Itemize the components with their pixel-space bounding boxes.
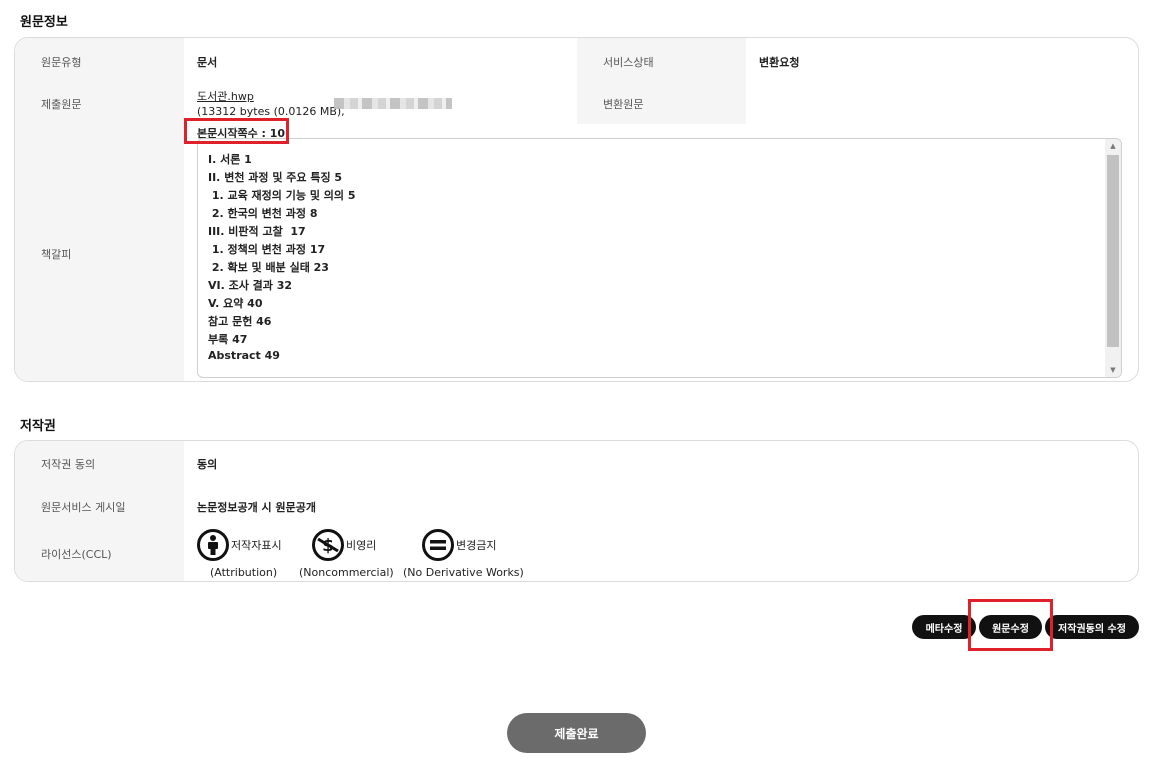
type-value: 문서 <box>197 56 218 69</box>
copyright-title: 저작권 <box>20 419 56 434</box>
license-label-text: 저작자표시 <box>231 539 282 552</box>
toc-line: 부록 47 <box>208 333 248 346</box>
highlight-start-page <box>184 118 289 144</box>
post-date-label: 원문서비스 게시일 <box>41 501 126 514</box>
original-info-title: 원문정보 <box>20 15 68 30</box>
original-info-card: 원문유형 문서 서비스상태 변환요청 제출원문 도서관.hwp (13312 b… <box>14 37 1139 382</box>
toc-line: 2. 한국의 변천 과정 8 <box>208 207 318 220</box>
license-label-text: 비영리 <box>346 539 377 552</box>
converted-label: 변환원문 <box>603 98 644 111</box>
license-attribution: 저작자표시 <box>197 529 282 561</box>
toc-line: III. 비판적 고찰 17 <box>208 225 306 238</box>
consent-label: 저작권 동의 <box>41 458 96 471</box>
license-sub-text: (No Derivative Works) <box>403 566 524 579</box>
edit-copyright-button[interactable]: 저작권동의 수정 <box>1045 615 1139 639</box>
toc-line: 참고 문헌 46 <box>208 315 272 328</box>
redacted-info <box>334 98 452 109</box>
license-label: 라이선스(CCL) <box>41 548 112 561</box>
license-label-text: 변경금지 <box>456 539 497 552</box>
scrollbar-thumb[interactable] <box>1107 155 1119 347</box>
toc-line: Abstract 49 <box>208 349 280 362</box>
license-noncommercial: $ 비영리 <box>312 529 376 561</box>
scroll-up-icon[interactable]: ▲ <box>1105 139 1121 153</box>
toc-line: VI. 조사 결과 32 <box>208 279 293 292</box>
toc-line: V. 요약 40 <box>208 297 263 310</box>
no-derivatives-icon <box>422 529 454 561</box>
label-column <box>15 38 184 381</box>
highlight-edit-original <box>968 599 1053 651</box>
submitted-label: 제출원문 <box>41 98 82 111</box>
noncommercial-icon: $ <box>312 529 344 561</box>
copyright-card: 저작권 동의 동의 원문서비스 게시일 논문정보공개 시 원문공개 라이선스(C… <box>14 440 1139 582</box>
consent-value: 동의 <box>197 458 218 471</box>
attribution-icon <box>197 529 229 561</box>
file-size: (13312 bytes (0.0126 MB), <box>197 105 345 118</box>
post-date-value: 논문정보공개 시 원문공개 <box>197 501 316 514</box>
toc-line: 2. 확보 및 배분 실태 23 <box>208 261 329 274</box>
license-sub-text: (Noncommercial) <box>299 566 394 579</box>
bookmark-textarea[interactable]: I. 서론 1 II. 변천 과정 및 주요 특징 5 1. 교육 재정의 기능… <box>197 138 1122 378</box>
file-link[interactable]: 도서관.hwp <box>197 88 254 104</box>
submit-button[interactable]: 제출완료 <box>507 713 646 753</box>
type-label: 원문유형 <box>41 56 82 69</box>
service-status-value: 변환요청 <box>759 56 800 69</box>
edit-meta-button[interactable]: 메타수정 <box>912 615 976 639</box>
toc-line: II. 변천 과정 및 주요 특징 5 <box>208 171 343 184</box>
license-sub-text: (Attribution) <box>210 566 278 579</box>
scroll-down-icon[interactable]: ▼ <box>1105 363 1121 377</box>
bookmark-label: 책갈피 <box>41 248 72 261</box>
service-status-label: 서비스상태 <box>603 56 654 69</box>
toc-line: 1. 교육 재정의 기능 및 의의 5 <box>208 189 356 202</box>
toc-line: 1. 정책의 변천 과정 17 <box>208 243 326 256</box>
license-no-derivatives: 변경금지 <box>422 529 496 561</box>
toc-line: I. 서론 1 <box>208 153 252 166</box>
scrollbar[interactable]: ▲ ▼ <box>1105 139 1121 377</box>
